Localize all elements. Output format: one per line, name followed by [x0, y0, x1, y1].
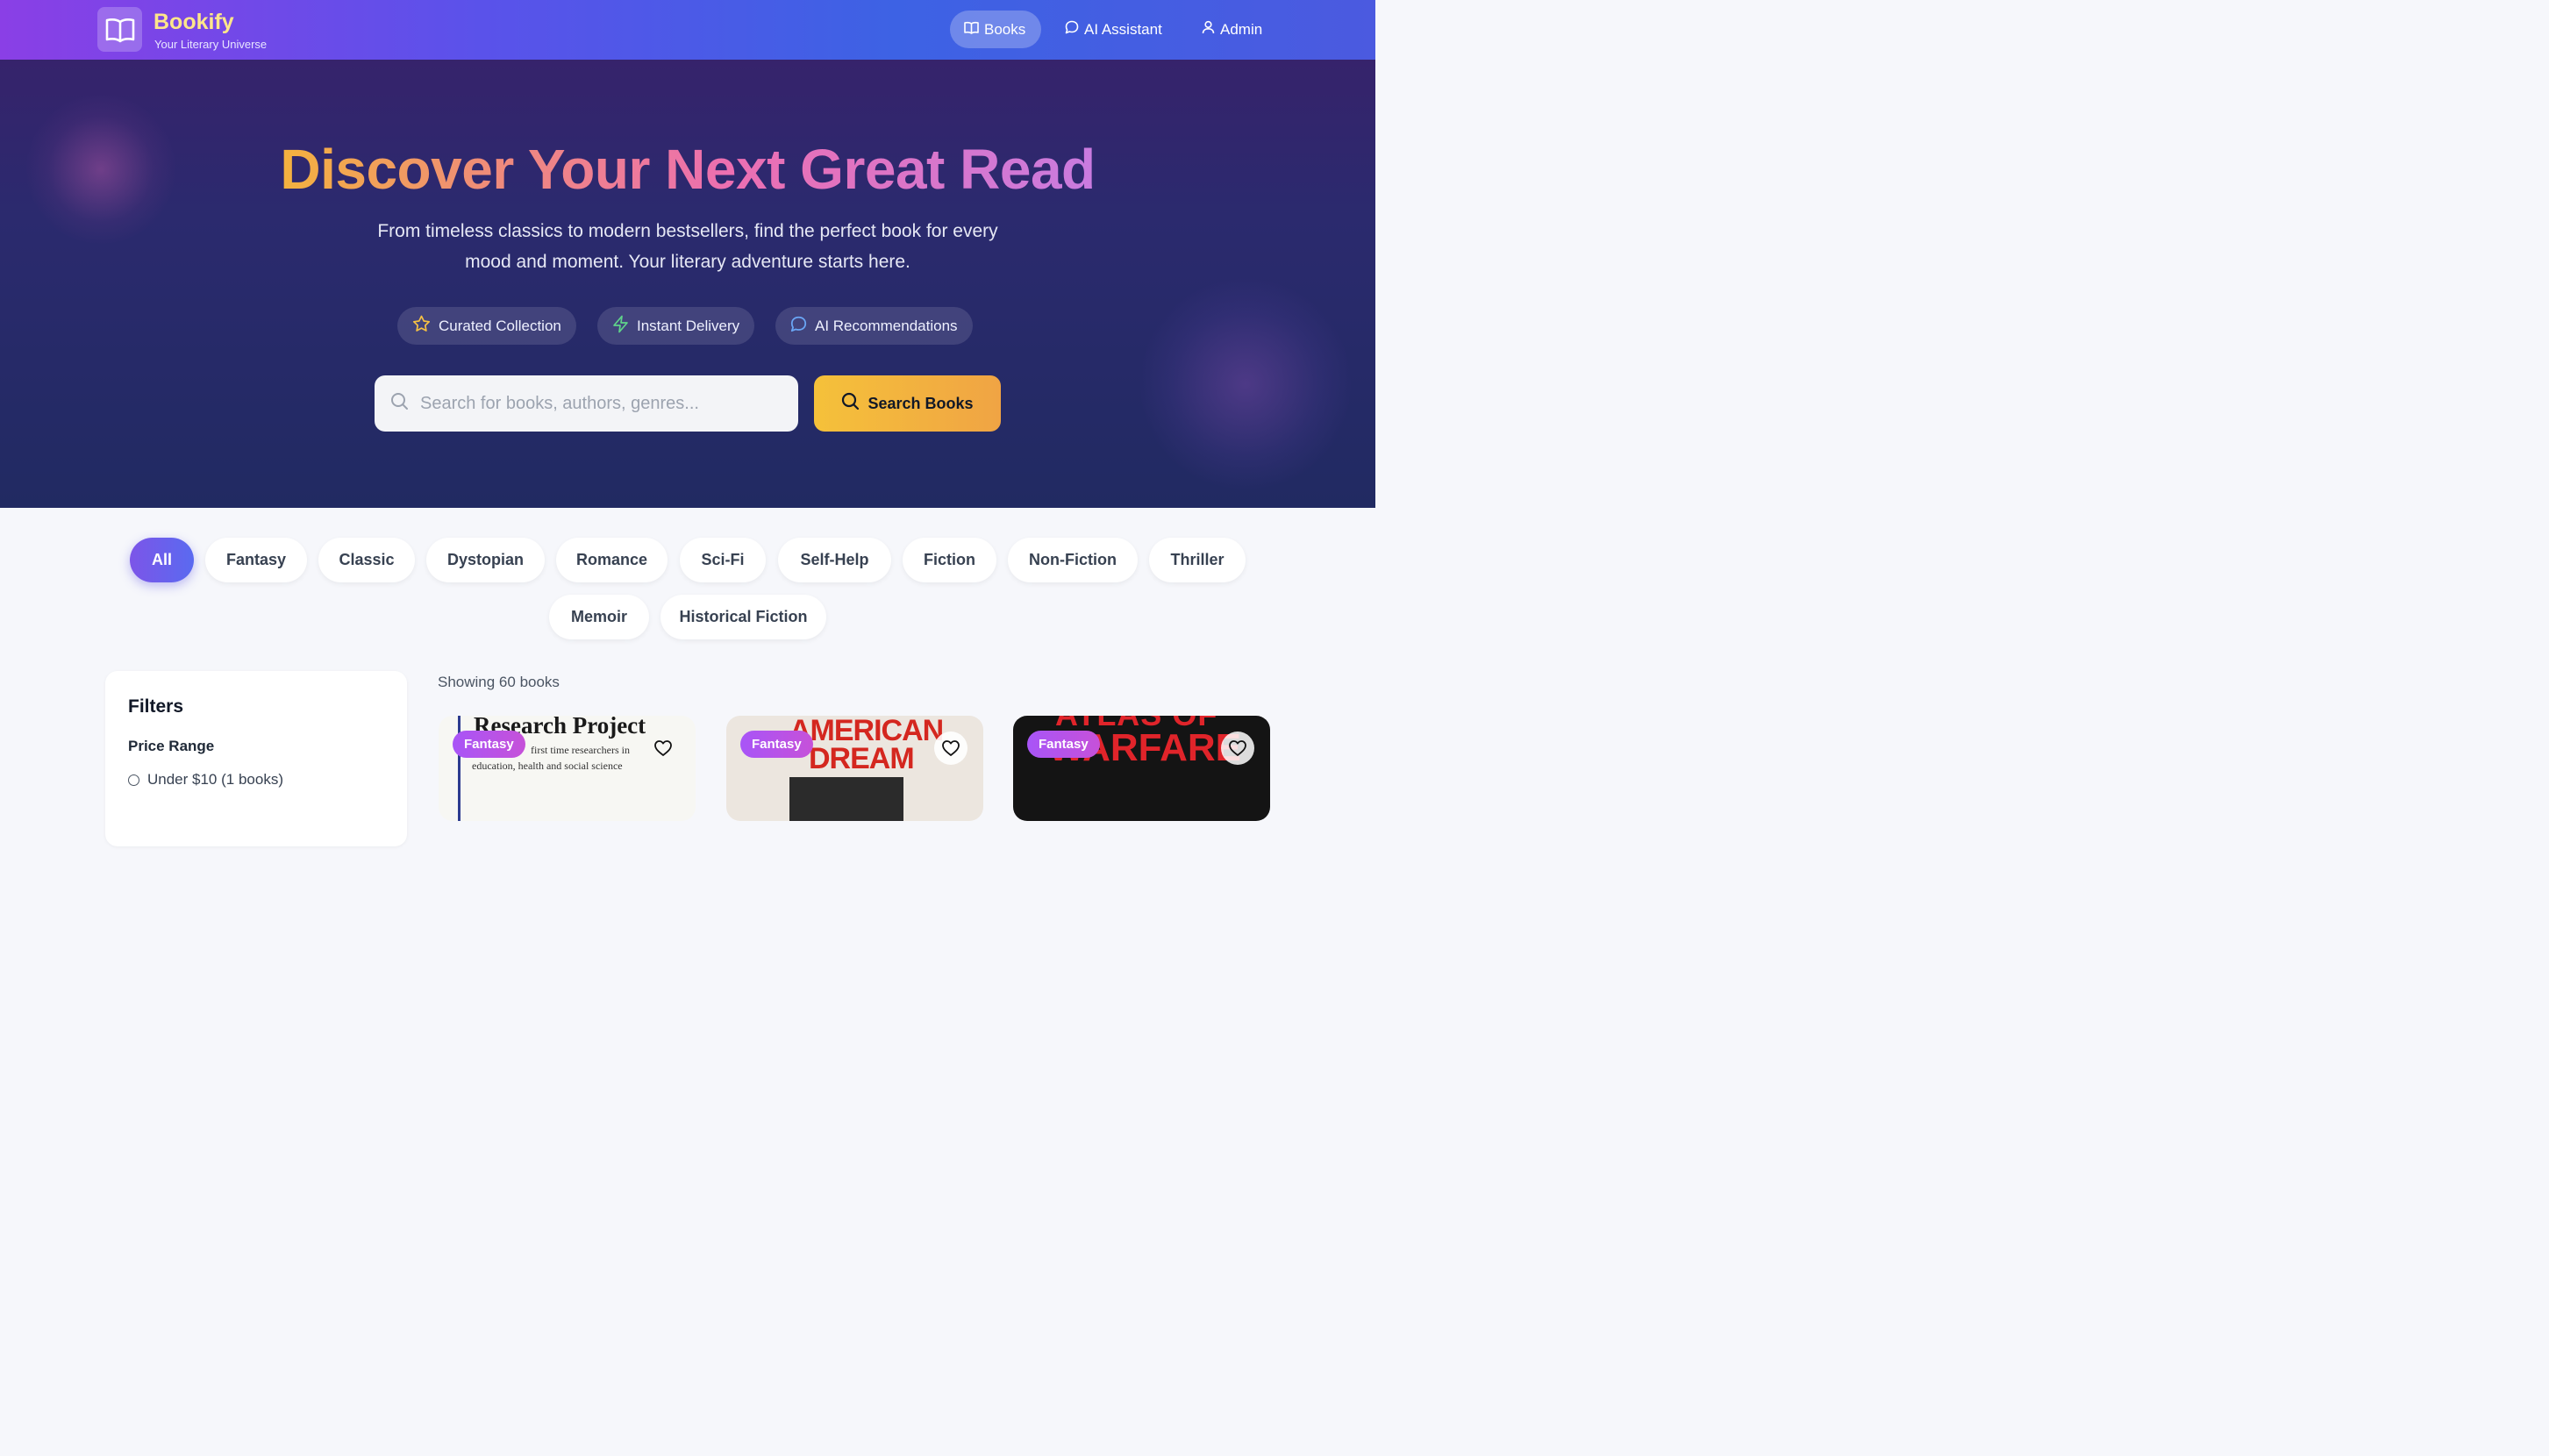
- search-icon: [390, 392, 409, 415]
- price-option-label: Under $10 (1 books): [147, 771, 283, 788]
- feature-label: AI Recommendations: [815, 317, 958, 334]
- price-range-title: Price Range: [128, 738, 215, 754]
- genre-badge: Fantasy: [453, 731, 525, 758]
- hero-section: Discover Your Next Great Read From timel…: [0, 60, 1375, 508]
- feature-pill-delivery: Instant Delivery: [597, 307, 755, 345]
- radio-button[interactable]: [128, 774, 139, 786]
- genre-chip-fiction[interactable]: Fiction: [903, 538, 996, 582]
- price-option-under-10[interactable]: Under $10 (1 books): [128, 771, 283, 789]
- search-books-label: Search Books: [868, 394, 974, 412]
- search-input[interactable]: [420, 393, 771, 414]
- hero-subtitle: From timeless classics to modern bestsel…: [377, 221, 998, 272]
- open-book-icon[interactable]: [97, 7, 142, 52]
- hero-title: Discover Your Next Great Read: [280, 138, 1096, 201]
- brand-tagline: Your Literary Universe: [154, 38, 268, 51]
- results-count: Showing 60 books: [438, 674, 560, 690]
- cover-text: education, health and social science: [472, 760, 623, 772]
- user-icon: [1202, 20, 1215, 39]
- star-icon: [412, 315, 431, 337]
- genre-chip-sci-fi[interactable]: Sci-Fi: [680, 538, 766, 582]
- genre-chip-self-help[interactable]: Self-Help: [778, 538, 891, 582]
- nav-admin-label: Admin: [1220, 20, 1263, 38]
- book-icon: [964, 21, 979, 39]
- feature-label: Curated Collection: [439, 317, 561, 334]
- nav-ai-assistant[interactable]: AI Assistant: [1051, 11, 1176, 48]
- filters-panel: Filters Price Range Under $10 (1 books): [105, 671, 407, 846]
- nav-books-label: Books: [984, 20, 1026, 38]
- cover-photo: [789, 777, 903, 821]
- genre-chip-thriller[interactable]: Thriller: [1149, 538, 1246, 582]
- chat-bubble-icon: [790, 316, 807, 337]
- cover-text: first time researchers in: [531, 744, 630, 756]
- nav-admin[interactable]: Admin: [1188, 11, 1276, 48]
- genre-chip-all[interactable]: All: [130, 538, 194, 582]
- genre-badge: Fantasy: [740, 731, 813, 758]
- genre-chip-classic[interactable]: Classic: [318, 538, 415, 582]
- book-card[interactable]: Research Project first time researchers …: [439, 716, 696, 821]
- heart-icon[interactable]: [1221, 732, 1254, 765]
- book-card[interactable]: AMERICAN DREAM Fantasy: [726, 716, 983, 821]
- genre-chip-historical-fiction[interactable]: Historical Fiction: [660, 595, 826, 639]
- genre-chip-dystopian[interactable]: Dystopian: [426, 538, 545, 582]
- feature-pill-curated: Curated Collection: [397, 307, 576, 345]
- genre-badge: Fantasy: [1027, 731, 1100, 758]
- search-books-button[interactable]: Search Books: [814, 375, 1001, 432]
- heart-icon[interactable]: [646, 732, 680, 765]
- decorative-glow: [1140, 279, 1351, 489]
- search-icon: [841, 392, 860, 415]
- heart-icon[interactable]: [934, 732, 967, 765]
- lightning-icon: [612, 315, 629, 338]
- genre-chip-romance[interactable]: Romance: [556, 538, 668, 582]
- nav-books[interactable]: Books: [950, 11, 1041, 48]
- feature-pill-ai: AI Recommendations: [775, 307, 973, 345]
- chat-bubble-icon: [1065, 20, 1079, 39]
- genre-chip-non-fiction[interactable]: Non-Fiction: [1008, 538, 1138, 582]
- search-box: [375, 375, 798, 432]
- feature-label: Instant Delivery: [637, 317, 740, 334]
- nav-ai-assistant-label: AI Assistant: [1084, 20, 1162, 38]
- genre-chip-fantasy[interactable]: Fantasy: [205, 538, 307, 582]
- brand-name[interactable]: Bookify: [154, 10, 234, 35]
- filters-title: Filters: [128, 696, 184, 717]
- cover-title: DREAM: [809, 742, 915, 775]
- book-card[interactable]: ATLAS OF WARFARE Fantasy: [1013, 716, 1270, 821]
- genre-chip-memoir[interactable]: Memoir: [549, 595, 649, 639]
- top-navigation-bar: Bookify Your Literary Universe Books AI …: [0, 0, 1375, 60]
